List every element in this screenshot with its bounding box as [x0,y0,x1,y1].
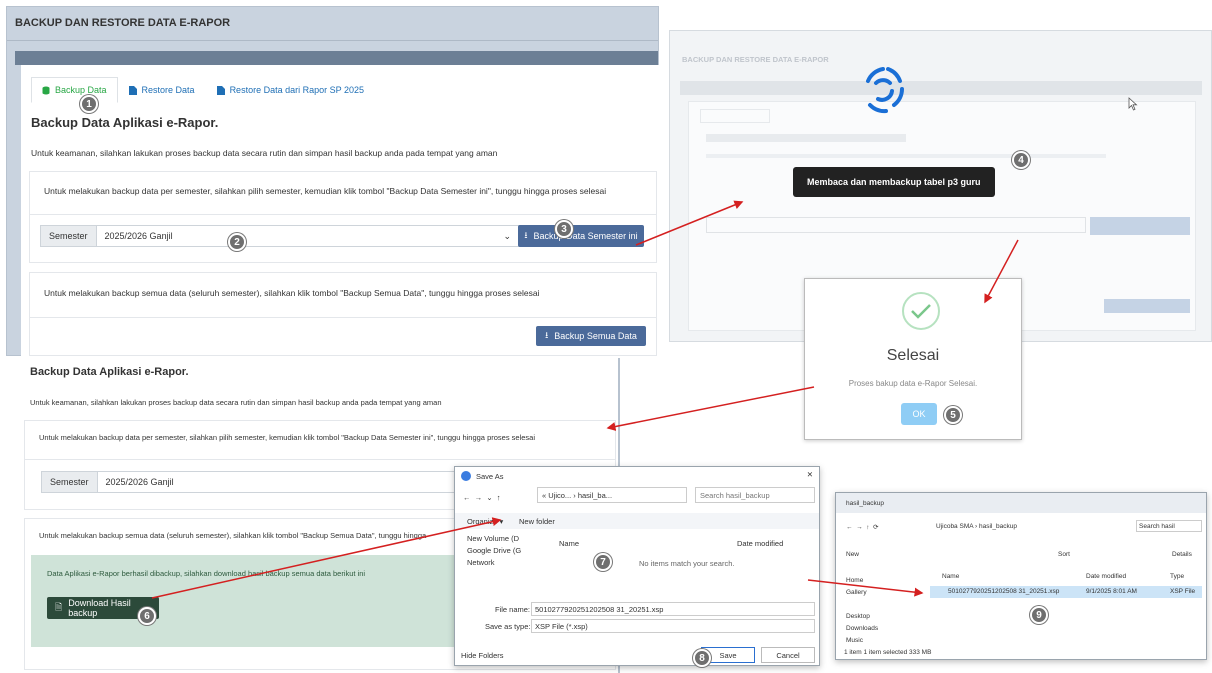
step-badge: 5 [944,406,962,424]
step-badge: 1 [80,95,98,113]
step-badge: 9 [1030,606,1048,624]
step-badge: 8 [693,649,711,667]
step-badge: 7 [594,553,612,571]
tutorial-collage: BACKUP DAN RESTORE DATA E-RAPOR Backup D… [0,0,1212,673]
step-badge: 6 [138,607,156,625]
step-badge: 4 [1012,151,1030,169]
step-badge: 3 [555,220,573,238]
annotation-arrows [151,200,1019,599]
step-badge: 2 [228,233,246,251]
